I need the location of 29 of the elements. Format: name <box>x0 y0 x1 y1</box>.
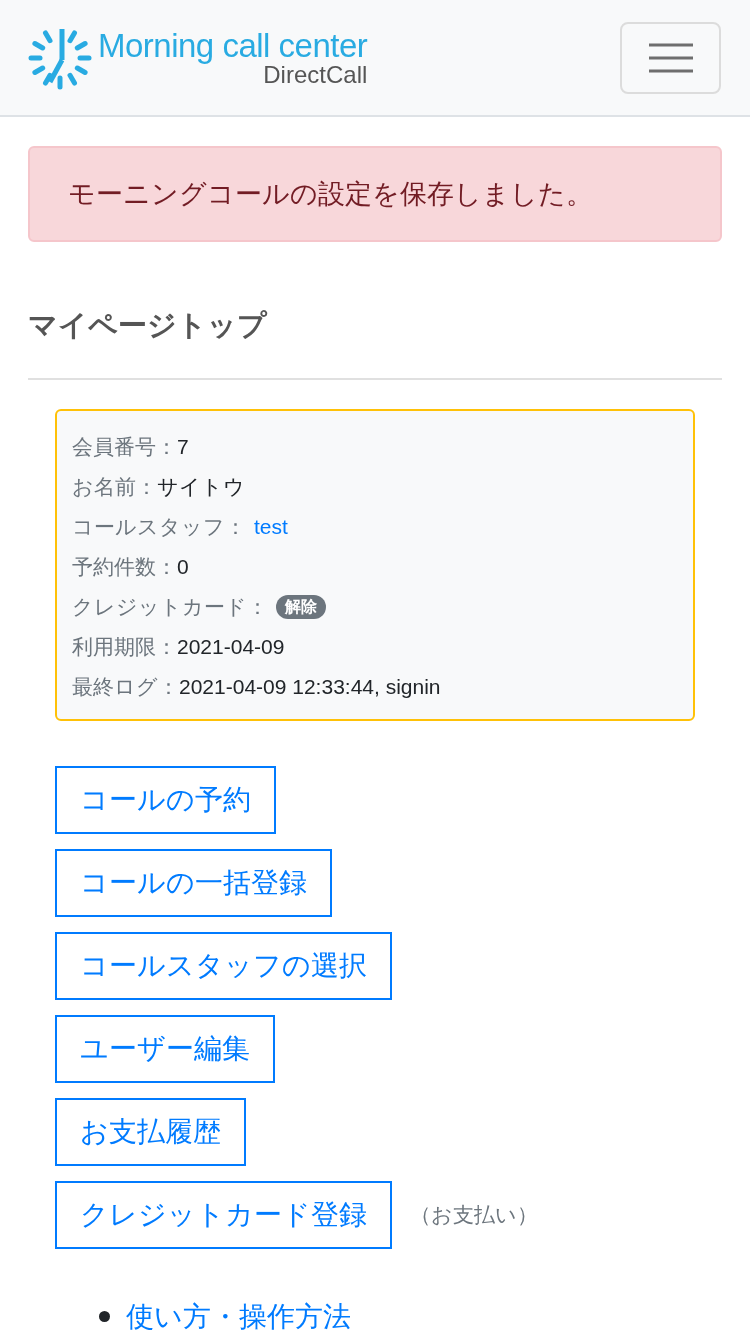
action-button[interactable]: コールの一括登録 <box>55 848 332 917</box>
bullet-icon <box>99 1311 110 1322</box>
info-label: 予約件数： <box>72 553 177 580</box>
alert-message: モーニングコールの設定を保存しました。 <box>68 177 593 211</box>
logo-subtitle: DirectCall <box>263 62 368 87</box>
action-button[interactable]: クレジットカード登録 <box>55 1180 392 1249</box>
info-label: コールスタッフ： <box>72 513 246 540</box>
note-text: （お支払い） <box>410 1201 538 1228</box>
menu-icon <box>648 41 693 74</box>
action-button[interactable]: ユーザー編集 <box>55 1014 275 1083</box>
info-label: 最終ログ： <box>72 673 179 700</box>
info-value: 2021-04-09 <box>177 633 285 660</box>
info-value: 7 <box>177 433 189 460</box>
info-label: 会員番号： <box>72 433 177 460</box>
info-label: クレジットカード： <box>72 593 268 620</box>
staff-link[interactable]: test <box>254 510 288 543</box>
info-value: 0 <box>177 553 189 580</box>
page-title: マイページトップ <box>28 308 269 343</box>
info-value: サイトウ <box>157 473 245 500</box>
menu-button[interactable] <box>620 21 721 94</box>
action-button[interactable]: お支払履歴 <box>55 1097 246 1166</box>
info-label: 利用期限： <box>72 633 177 660</box>
logo-title: Morning call center <box>98 28 368 62</box>
action-button[interactable]: コールスタッフの選択 <box>55 931 392 1000</box>
help-link[interactable]: 使い方・操作方法 <box>126 1295 351 1334</box>
info-label: お名前： <box>72 473 157 500</box>
status-badge: 解除 <box>276 594 326 619</box>
action-button[interactable]: コールの予約 <box>55 765 276 834</box>
info-value: 2021-04-09 12:33:44, signin <box>179 673 441 700</box>
